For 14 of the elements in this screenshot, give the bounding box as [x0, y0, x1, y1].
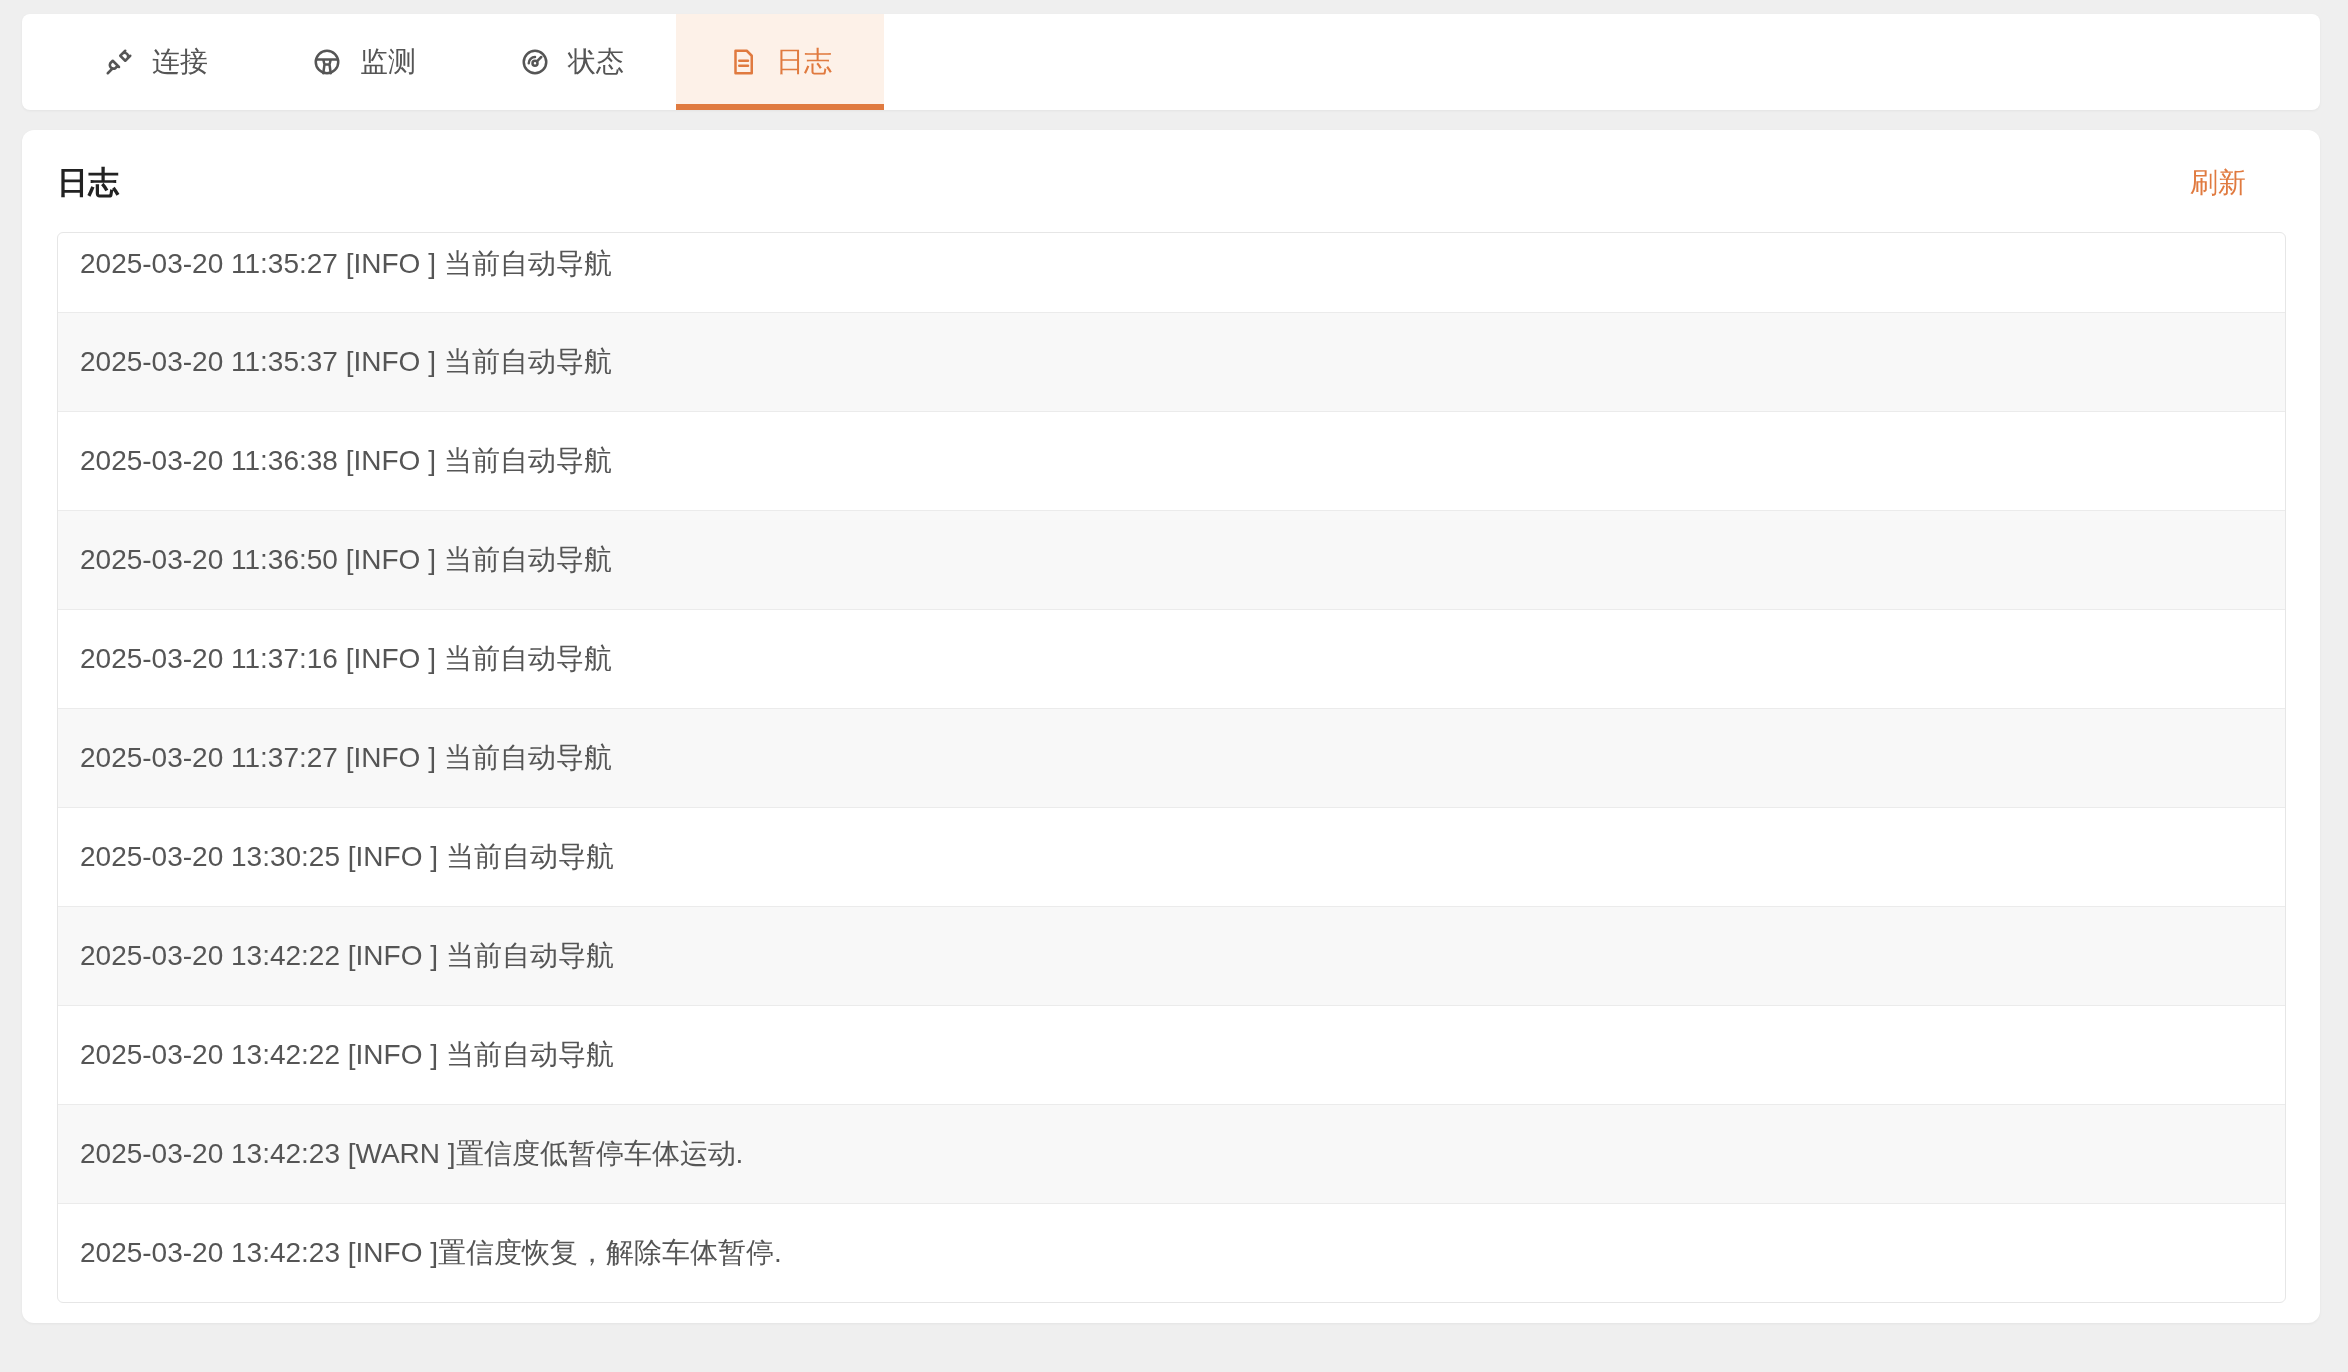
log-entry: 2025-03-20 13:42:23 [INFO ]置信度恢复，解除车体暂停. — [58, 1203, 2285, 1302]
log-entry: 2025-03-20 11:37:27 [INFO ] 当前自动导航 — [58, 708, 2285, 807]
tab[interactable]: 连接 — [52, 14, 260, 110]
tab[interactable]: 监测 — [260, 14, 468, 110]
gauge-icon — [520, 47, 550, 77]
steering-wheel-icon — [312, 47, 342, 77]
plug-icon — [104, 47, 134, 77]
panel-title: 日志 — [57, 164, 119, 202]
log-entry: 2025-03-20 11:35:37 [INFO ] 当前自动导航 — [58, 312, 2285, 411]
log-entry: 2025-03-20 11:35:27 [INFO ] 当前自动导航 — [79, 247, 613, 281]
tab[interactable]: 状态 — [468, 14, 676, 110]
log-entry: 2025-03-20 11:36:50 [INFO ] 当前自动导航 — [58, 510, 2285, 609]
log-entry: 2025-03-20 13:42:22 [INFO ] 当前自动导航 — [58, 906, 2285, 1005]
log-entry: 2025-03-20 13:42:23 [WARN ]置信度低暂停车体运动. — [58, 1104, 2285, 1203]
